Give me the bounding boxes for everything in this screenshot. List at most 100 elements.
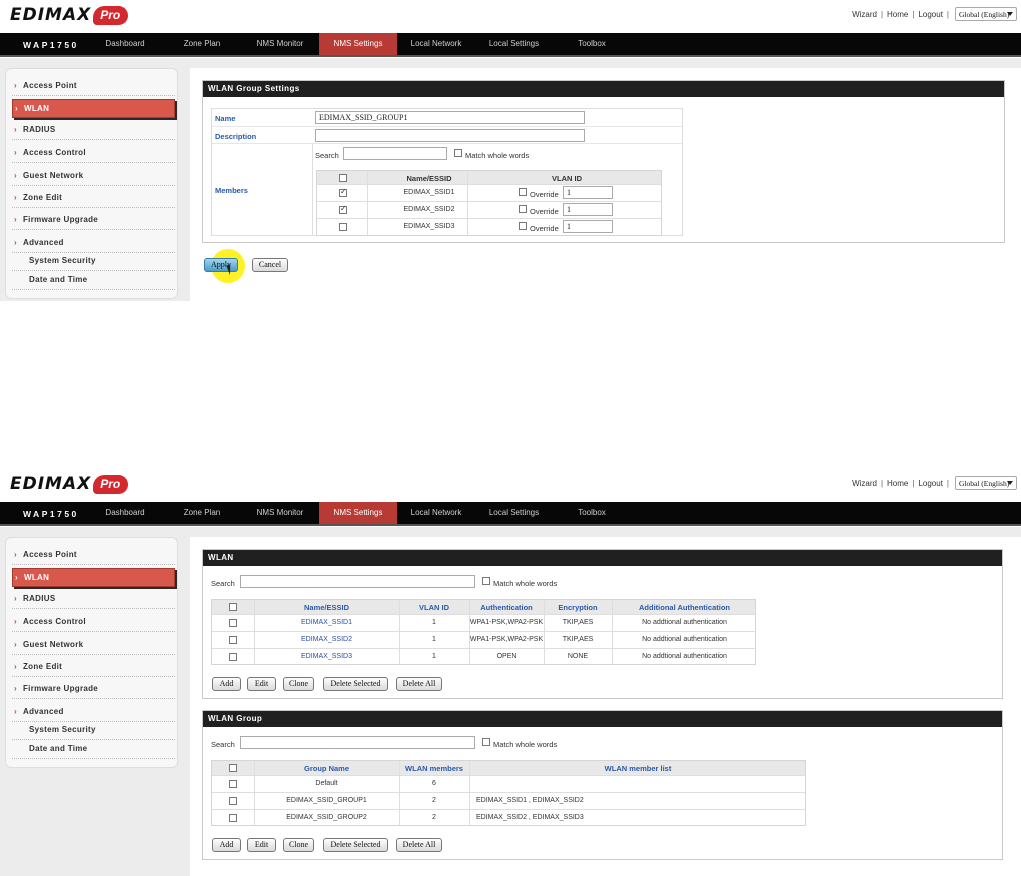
add-button[interactable]: Add [212, 677, 241, 691]
vlan-id-input[interactable]: 1 [563, 186, 613, 199]
tab-local-network[interactable]: Local Network [403, 502, 469, 524]
wlan-table-header: Name/ESSID VLAN ID Authentication Encryp… [212, 600, 755, 614]
wlan-search-input[interactable] [240, 575, 475, 588]
language-select[interactable]: Global (English) [955, 476, 1017, 490]
tab-zone-plan[interactable]: Zone Plan [173, 502, 231, 524]
tab-dashboard[interactable]: Dashboard [96, 502, 154, 524]
sidebar-item-system-security[interactable]: System Security [12, 252, 175, 271]
sidebar-item-guest-network[interactable]: › Guest Network [12, 636, 175, 655]
row-checkbox[interactable] [229, 653, 237, 661]
ssid-link[interactable]: EDIMAX_SSID3 [254, 653, 399, 660]
sidebar-item-radius[interactable]: › RADIUS [12, 590, 175, 609]
chevron-right-icon: › [14, 171, 17, 180]
chevron-down-icon [1007, 481, 1013, 485]
tab-zone-plan[interactable]: Zone Plan [173, 33, 231, 55]
select-all-checkbox[interactable] [229, 603, 237, 611]
logout-link[interactable]: Logout [918, 10, 942, 19]
tab-local-settings[interactable]: Local Settings [481, 33, 547, 55]
sidebar-item-zone-edit[interactable]: › Zone Edit [12, 658, 175, 677]
sidebar-item-wlan[interactable]: › WLAN [12, 99, 175, 118]
sidebar-item-access-point[interactable]: › Access Point [12, 546, 175, 565]
main-nav: WAP1750 Dashboard Zone Plan NMS Monitor … [0, 33, 1021, 57]
row-checkbox[interactable] [229, 619, 237, 627]
member-checkbox[interactable] [339, 187, 347, 197]
override-checkbox[interactable] [519, 222, 527, 230]
clone-button[interactable]: Clone [283, 838, 314, 852]
tab-nms-monitor[interactable]: NMS Monitor [250, 33, 310, 55]
override-checkbox[interactable] [519, 205, 527, 213]
members-label: Members [215, 186, 248, 195]
edit-button[interactable]: Edit [247, 677, 276, 691]
match-whole-words-checkbox[interactable] [482, 738, 490, 746]
row-checkbox[interactable] [229, 814, 237, 822]
override-checkbox[interactable] [519, 188, 527, 196]
sidebar-item-system-security[interactable]: System Security [12, 721, 175, 740]
vlan-id-input[interactable]: 1 [563, 203, 613, 216]
delete-all-button[interactable]: Delete All [396, 838, 442, 852]
name-field[interactable]: EDIMAX_SSID_GROUP1 [315, 111, 585, 124]
member-checkbox[interactable] [339, 223, 347, 231]
sidebar-item-advanced[interactable]: › Advanced [12, 234, 175, 253]
row-checkbox[interactable] [229, 636, 237, 644]
screenshot-group-settings: EDIMAX Pro Wizard | Home | Logout | Global … [0, 0, 1021, 301]
tab-toolbox[interactable]: Toolbox [569, 33, 615, 55]
sidebar-item-access-control[interactable]: › Access Control [12, 613, 175, 632]
top-bar: EDIMAX Pro Wizard | Home | Logout | Global … [0, 0, 1021, 31]
search-label: Search [211, 740, 235, 749]
member-checkbox[interactable] [339, 204, 347, 214]
sidebar-item-date-and-time[interactable]: Date and Time [12, 271, 175, 290]
tab-dashboard[interactable]: Dashboard [96, 33, 154, 55]
select-all-checkbox[interactable] [229, 764, 237, 772]
chevron-right-icon: › [14, 125, 17, 134]
members-search-input[interactable] [343, 147, 447, 160]
sidebar-item-firmware-upgrade[interactable]: › Firmware Upgrade [12, 211, 175, 230]
tab-nms-settings[interactable]: NMS Settings [319, 33, 397, 55]
wlan-group-search-input[interactable] [240, 736, 475, 749]
sidebar-item-date-and-time[interactable]: Date and Time [12, 740, 175, 759]
sidebar-item-advanced[interactable]: › Advanced [12, 703, 175, 722]
screenshot-wlan-lists: EDIMAX Pro Wizard | Home | Logout | Global … [0, 469, 1021, 876]
description-field[interactable] [315, 129, 585, 142]
main-nav: WAP1750 Dashboard Zone Plan NMS Monitor … [0, 502, 1021, 526]
logout-link[interactable]: Logout [918, 479, 942, 488]
delete-selected-button[interactable]: Delete Selected [323, 838, 388, 852]
match-whole-words-checkbox[interactable] [482, 577, 490, 585]
match-whole-words-checkbox[interactable] [454, 149, 462, 157]
search-label: Search [315, 151, 339, 160]
clone-button[interactable]: Clone [283, 677, 314, 691]
home-link[interactable]: Home [887, 479, 908, 488]
tab-local-network[interactable]: Local Network [403, 33, 469, 55]
name-row: Name EDIMAX_SSID_GROUP1 [212, 109, 682, 127]
tab-nms-monitor[interactable]: NMS Monitor [250, 502, 310, 524]
edit-button[interactable]: Edit [247, 838, 276, 852]
table-row: EDIMAX_SSID3 1 OPEN NONE No addtional au… [212, 648, 755, 665]
ssid-link[interactable]: EDIMAX_SSID1 [254, 619, 399, 626]
chevron-right-icon: › [14, 550, 17, 559]
wlan-group-settings-panel: WLAN Group Settings Name EDIMAX_SSID_GRO… [202, 80, 1005, 243]
tab-toolbox[interactable]: Toolbox [569, 502, 615, 524]
search-label: Search [211, 579, 235, 588]
wizard-link[interactable]: Wizard [852, 479, 877, 488]
language-select[interactable]: Global (English) [955, 7, 1017, 21]
home-link[interactable]: Home [887, 10, 908, 19]
wizard-link[interactable]: Wizard [852, 10, 877, 19]
ssid-link[interactable]: EDIMAX_SSID2 [254, 636, 399, 643]
sidebar-item-access-control[interactable]: › Access Control [12, 144, 175, 163]
delete-selected-button[interactable]: Delete Selected [323, 677, 388, 691]
sidebar-item-access-point[interactable]: › Access Point [12, 77, 175, 96]
sidebar-item-radius[interactable]: › RADIUS [12, 121, 175, 140]
add-button[interactable]: Add [212, 838, 241, 852]
tab-local-settings[interactable]: Local Settings [481, 502, 547, 524]
vlan-id-input[interactable]: 1 [563, 220, 613, 233]
row-checkbox[interactable] [229, 797, 237, 805]
delete-all-button[interactable]: Delete All [396, 677, 442, 691]
sidebar-item-wlan[interactable]: › WLAN [12, 568, 175, 587]
row-checkbox[interactable] [229, 780, 237, 788]
cancel-button[interactable]: Cancel [252, 258, 288, 272]
sidebar-item-firmware-upgrade[interactable]: › Firmware Upgrade [12, 680, 175, 699]
sidebar-item-zone-edit[interactable]: › Zone Edit [12, 189, 175, 208]
tab-nms-settings[interactable]: NMS Settings [319, 502, 397, 524]
sidebar-item-guest-network[interactable]: › Guest Network [12, 167, 175, 186]
select-all-checkbox[interactable] [339, 174, 347, 182]
description-row: Description [212, 127, 682, 144]
